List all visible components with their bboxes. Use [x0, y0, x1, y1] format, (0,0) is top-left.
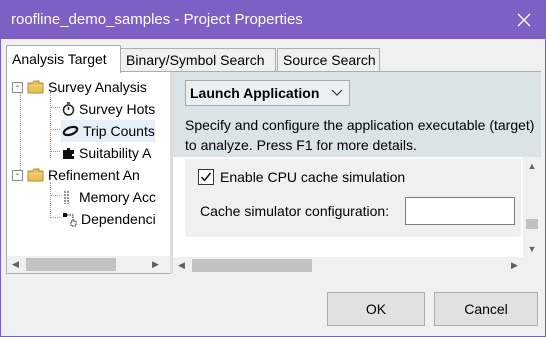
tree-item-memory-access[interactable]: Memory Acc — [61, 186, 156, 208]
window-title: roofline_demo_samples - Project Properti… — [11, 11, 303, 28]
tree-item-refinement-analysis[interactable]: - Refinement An — [12, 164, 140, 186]
tree-item-label: Survey Analysis — [48, 79, 147, 95]
close-button[interactable] — [505, 5, 543, 35]
tree-horizontal-scrollbar[interactable]: ◀ ▶ — [7, 256, 170, 273]
cache-config-input[interactable] — [405, 197, 515, 225]
settings-area: Enable CPU cache simulation Cache simula… — [173, 157, 541, 257]
cancel-button[interactable]: Cancel — [434, 292, 538, 326]
tree-item-label: Refinement An — [48, 167, 140, 183]
tab-panel: - Survey Analysis Survey Hots Trip Count… — [6, 71, 541, 274]
collapse-icon[interactable]: - — [12, 169, 23, 181]
tree-item-suitability[interactable]: Suitability A — [61, 142, 151, 164]
ok-button[interactable]: OK — [327, 292, 425, 326]
checkbox-label: Enable CPU cache simulation — [220, 169, 406, 185]
tree-item-dependencies[interactable]: Dependenci — [61, 208, 156, 230]
cache-simulation-group: Enable CPU cache simulation Cache simula… — [185, 159, 521, 237]
title-bar: roofline_demo_samples - Project Properti… — [1, 1, 545, 39]
chevron-down-icon — [331, 85, 343, 101]
tab-source-search[interactable]: Source Search — [277, 48, 380, 72]
puzzle-icon — [61, 145, 75, 161]
analysis-tree: - Survey Analysis Survey Hots Trip Count… — [12, 74, 167, 274]
scroll-thumb[interactable] — [192, 259, 312, 272]
tree-item-survey-analysis[interactable]: - Survey Analysis — [12, 76, 147, 98]
tab-binary-symbol-search[interactable]: Binary/Symbol Search — [120, 48, 276, 72]
memory-icon — [61, 189, 75, 205]
tree-item-label: Survey Hots — [79, 101, 156, 117]
close-icon — [517, 13, 531, 27]
dropdown-value: Launch Application — [190, 85, 320, 101]
tab-label: Source Search — [283, 52, 376, 68]
folder-icon — [27, 79, 44, 95]
tree-item-trip-counts[interactable]: Trip Counts — [61, 120, 155, 142]
target-type-dropdown[interactable]: Launch Application — [185, 80, 350, 106]
tree-item-label: Memory Acc — [79, 189, 157, 205]
stopwatch-icon — [61, 101, 75, 117]
loop-icon — [61, 123, 79, 139]
cpu-cache-simulation-checkbox[interactable] — [198, 169, 214, 185]
properties-pane: Launch Application Specify and configure… — [173, 72, 541, 274]
tree-item-survey-hotspots[interactable]: Survey Hots — [61, 98, 155, 120]
tree-item-label: Trip Counts — [83, 123, 155, 139]
panel-horizontal-scrollbar[interactable]: ◀ ▶ — [173, 257, 523, 274]
checkmark-icon — [200, 172, 212, 182]
scroll-right-icon[interactable]: ▶ — [147, 256, 164, 273]
project-properties-dialog: roofline_demo_samples - Project Properti… — [0, 0, 546, 337]
scroll-left-icon[interactable]: ◀ — [7, 256, 24, 273]
scroll-thumb[interactable] — [526, 219, 538, 229]
description-text: Specify and configure the application ex… — [185, 117, 535, 153]
config-field-label: Cache simulator configuration: — [200, 203, 390, 219]
scrollbar-corner — [523, 257, 541, 274]
header-band: Launch Application Specify and configure… — [173, 72, 541, 157]
scroll-thumb[interactable] — [26, 258, 116, 271]
tab-label: Binary/Symbol Search — [126, 52, 265, 68]
dependency-icon — [61, 211, 77, 227]
tab-label: Analysis Target — [12, 51, 107, 67]
scroll-left-icon[interactable]: ◀ — [173, 257, 190, 274]
scroll-up-icon[interactable]: ▲ — [523, 157, 541, 174]
folder-icon — [27, 167, 44, 183]
tree-item-label: Suitability A — [79, 145, 152, 161]
scroll-right-icon[interactable]: ▶ — [506, 257, 523, 274]
panel-vertical-scrollbar[interactable]: ▲ ▼ — [523, 157, 541, 257]
tree-item-label: Dependenci — [81, 211, 156, 227]
collapse-icon[interactable]: - — [12, 81, 23, 93]
tab-analysis-target[interactable]: Analysis Target — [6, 45, 121, 73]
scroll-down-icon[interactable]: ▼ — [523, 240, 541, 257]
